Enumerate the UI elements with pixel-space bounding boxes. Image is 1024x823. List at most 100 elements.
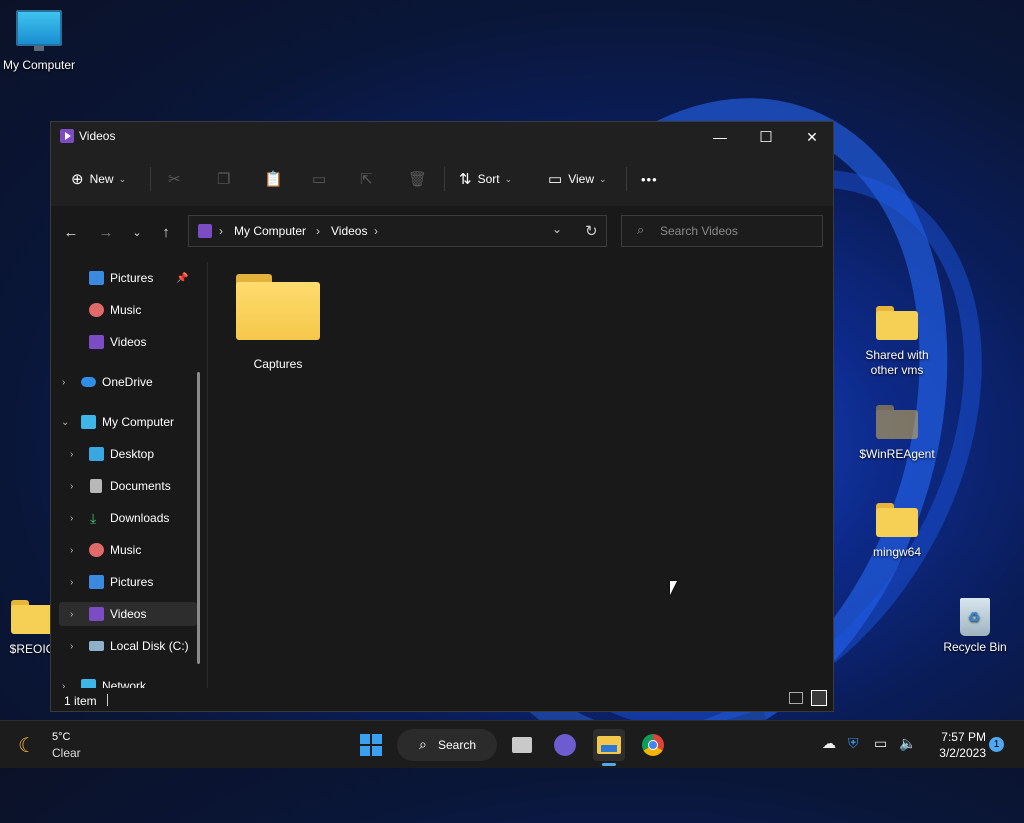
chevron-right-icon[interactable]: › [70, 513, 73, 524]
navigation-row: ← → ⌄ ↑ › My Computer › Videos › ⌄ ↻ ⌕ [51, 206, 833, 258]
onedrive-offline-icon[interactable]: ☁ [822, 735, 836, 752]
address-bar[interactable]: › My Computer › Videos › ⌄ ↻ [188, 215, 607, 247]
folder-item[interactable]: Captures [228, 274, 328, 384]
toolbar-divider [150, 167, 151, 191]
desktop-icon-my-computer[interactable]: My Computer [1, 10, 77, 73]
toolbar-divider [444, 167, 445, 191]
taskbar-search[interactable]: ⌕ Search [397, 729, 497, 761]
chevron-right-icon[interactable]: › [62, 377, 65, 388]
sort-arrows-icon: ⇅ [459, 171, 472, 188]
view-button[interactable]: ▭ View ⌄ [548, 166, 607, 192]
desktop-icon-mingw64[interactable]: mingw64 [859, 503, 935, 560]
pin-icon[interactable]: 📌 [176, 273, 188, 284]
active-app-indicator [602, 763, 616, 766]
clock[interactable]: 7:57 PM 3/2/2023 [924, 729, 986, 761]
nav-item-music-quick[interactable]: Music [59, 298, 197, 322]
more-options-button[interactable]: ••• [641, 166, 658, 192]
monitor-icon [81, 415, 96, 429]
nav-pane-scrollbar[interactable] [197, 372, 200, 664]
start-button[interactable] [355, 729, 387, 761]
volume-icon[interactable]: 🔈 [899, 735, 916, 752]
breadcrumb-videos[interactable]: Videos [331, 224, 367, 238]
chevron-right-icon[interactable]: › [70, 609, 73, 620]
recycle-bin-icon: ♻ [960, 598, 990, 636]
chevron-right-icon[interactable]: › [70, 545, 73, 556]
desktop-icon-shared-vms[interactable]: Shared with other vms [859, 306, 935, 378]
recent-dropdown-icon[interactable]: ⌄ [124, 221, 150, 243]
nav-item-desktop[interactable]: › Desktop [59, 442, 197, 466]
refresh-icon[interactable]: ↻ [585, 222, 598, 240]
video-folder-icon [198, 224, 212, 238]
weather-widget[interactable]: ☾ 5°C Clear [18, 731, 98, 761]
nav-item-videos[interactable]: › Videos [59, 602, 197, 626]
nav-item-music[interactable]: › Music [59, 538, 197, 562]
status-divider [107, 694, 108, 706]
share-icon[interactable]: ⇱ [360, 166, 373, 192]
nav-item-onedrive[interactable]: › OneDrive [59, 370, 197, 394]
folder-label: Captures [253, 357, 303, 371]
search-icon: ⌕ [637, 222, 645, 237]
search-icon: ⌕ [419, 736, 427, 752]
chevron-right-icon[interactable]: › [70, 641, 73, 652]
item-count: 1 item [64, 694, 97, 708]
nav-item-pictures[interactable]: › Pictures [59, 570, 197, 594]
delete-icon[interactable]: 🗑 [408, 166, 427, 192]
up-arrow-icon[interactable]: ↑ [153, 221, 179, 243]
pictures-icon [89, 271, 104, 285]
desktop-icon-winreagent[interactable]: $WinREAgent [859, 405, 935, 462]
paste-icon[interactable]: 📋 [264, 166, 283, 192]
details-view-icon[interactable] [789, 692, 803, 704]
title-bar[interactable]: Videos — ☐ ✕ [51, 122, 833, 152]
close-button[interactable]: ✕ [789, 122, 835, 152]
new-button[interactable]: ⊕ New ⌄ [71, 166, 126, 192]
address-dropdown-icon[interactable]: ⌄ [552, 222, 562, 236]
cut-icon[interactable]: ✂ [168, 166, 181, 192]
back-arrow-icon[interactable]: ← [58, 221, 84, 243]
music-icon [89, 543, 104, 557]
notification-badge[interactable]: 1 [989, 737, 1004, 752]
download-arrow-icon: ⤓ [90, 509, 97, 526]
copy-icon[interactable]: ❐ [217, 166, 230, 192]
nav-item-videos-quick[interactable]: Videos [59, 330, 197, 354]
taskbar: ☾ 5°C Clear ⌕ Search ☁ ⛨ ▭ 🔈 7:57 PM 3/2… [0, 720, 1024, 768]
file-list: Captures [208, 258, 833, 688]
file-explorer-taskbar-icon[interactable] [593, 729, 625, 761]
chevron-right-icon[interactable]: › [62, 681, 65, 689]
chevron-right-icon[interactable]: › [70, 577, 73, 588]
file-explorer-window: Videos — ☐ ✕ ⊕ New ⌄ ✂ ❐ 📋 ▭ ⇱ 🗑 ⇅ Sort … [50, 121, 834, 712]
search-input[interactable] [660, 224, 810, 238]
chat-icon[interactable] [549, 729, 581, 761]
chevron-right-icon[interactable]: › [70, 449, 73, 460]
nav-item-pictures-quick[interactable]: Pictures 📌 [59, 266, 197, 290]
cloud-icon [81, 377, 96, 387]
security-shield-icon[interactable]: ⛨ [848, 735, 859, 752]
nav-item-network[interactable]: › Network [59, 674, 197, 688]
nav-item-downloads[interactable]: › ⤓ Downloads [59, 506, 197, 530]
chevron-down-icon[interactable]: ⌄ [61, 417, 69, 428]
nav-item-local-disk[interactable]: › Local Disk (C:) [59, 634, 197, 658]
task-view-icon[interactable] [506, 729, 538, 761]
breadcrumb-my-computer[interactable]: My Computer [234, 224, 306, 238]
view-layout-icon: ▭ [548, 171, 563, 188]
tiles-view-icon[interactable] [811, 690, 827, 706]
status-bar: 1 item [51, 688, 833, 712]
folder-icon [876, 405, 918, 439]
minimize-button[interactable]: — [697, 122, 743, 152]
network-icon[interactable]: ▭ [874, 735, 887, 752]
chevron-right-icon[interactable]: › [70, 481, 73, 492]
search-box[interactable]: ⌕ [621, 215, 823, 247]
rename-icon[interactable]: ▭ [312, 166, 326, 192]
maximize-button[interactable]: ☐ [743, 122, 789, 152]
folder-icon [876, 306, 918, 340]
navigation-pane: Pictures 📌 Music Videos › OneDrive ⌄ My … [51, 258, 207, 688]
network-icon [81, 679, 96, 688]
plus-circle-icon: ⊕ [71, 171, 84, 188]
nav-item-my-computer[interactable]: ⌄ My Computer [59, 410, 197, 434]
chevron-down-icon: ⌄ [598, 173, 607, 184]
chrome-icon[interactable] [637, 729, 669, 761]
nav-item-documents[interactable]: › Documents [59, 474, 197, 498]
forward-arrow-icon[interactable]: → [93, 221, 119, 243]
toolbar-divider [626, 167, 627, 191]
sort-button[interactable]: ⇅ Sort ⌄ [459, 166, 512, 192]
desktop-icon-recycle-bin[interactable]: ♻ Recycle Bin [937, 598, 1013, 655]
